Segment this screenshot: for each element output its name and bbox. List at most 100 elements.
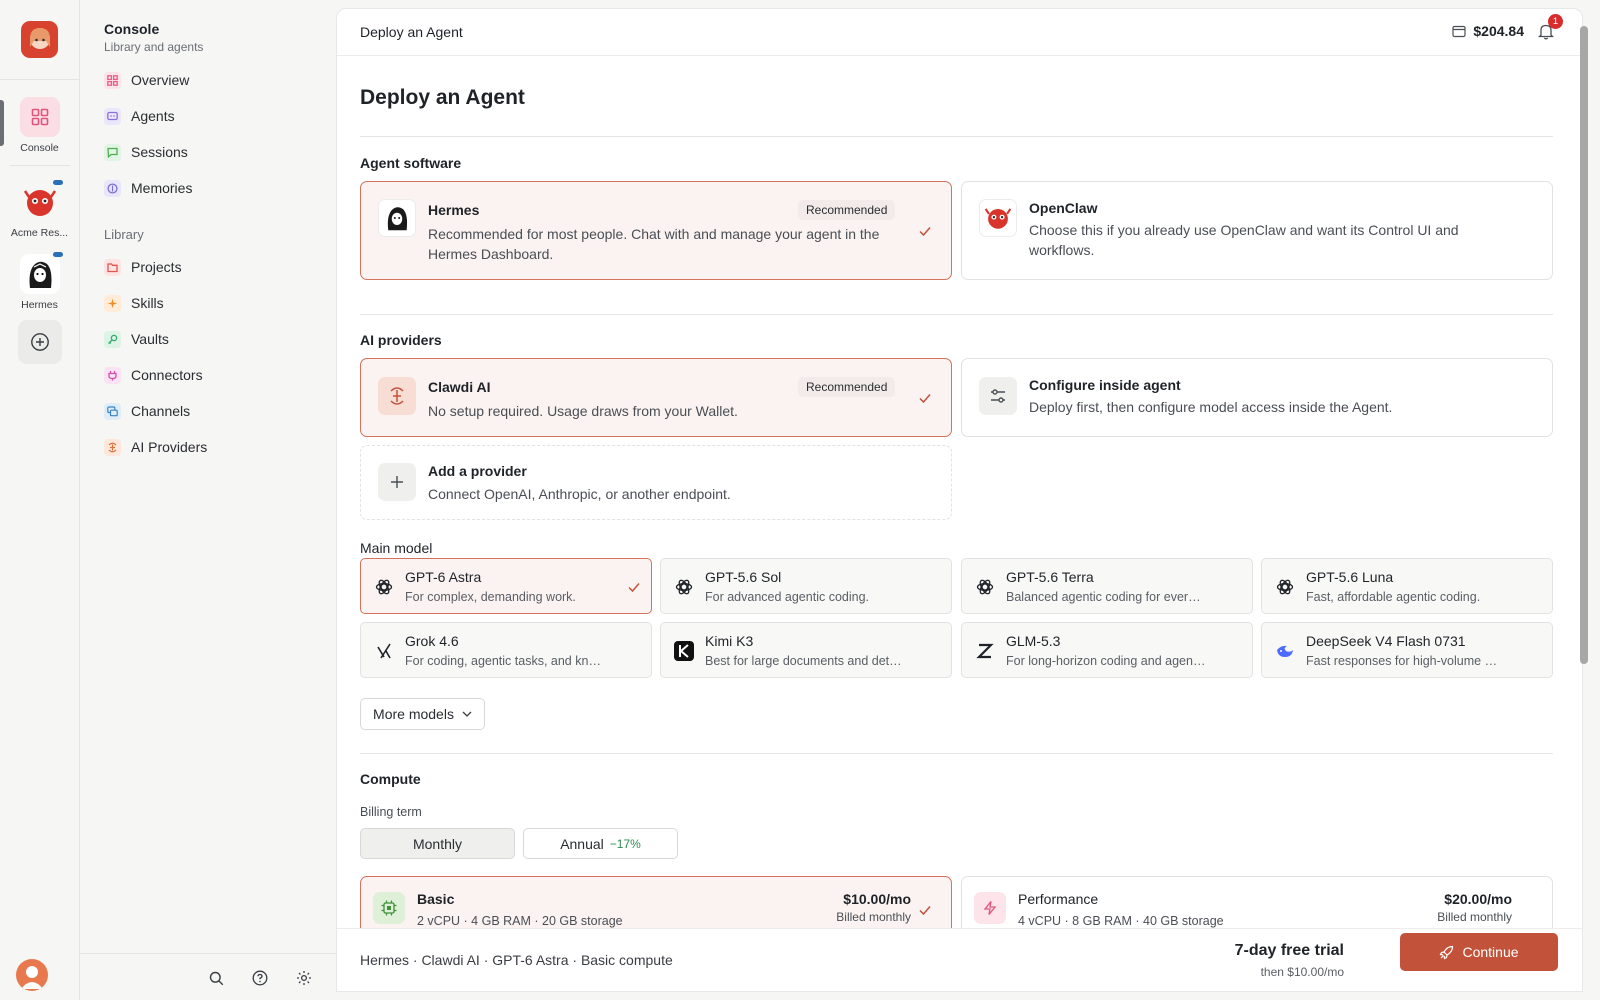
option-title: Configure inside agent <box>1029 377 1181 393</box>
cloud-status-icon <box>50 178 65 187</box>
wallet-amount: $204.84 <box>1473 23 1524 39</box>
model-option-gpt-5-6-luna[interactable]: GPT-5.6 Luna Fast, affordable agentic co… <box>1261 558 1553 614</box>
sidebar-item-label: Skills <box>131 295 164 311</box>
overview-icon <box>104 71 121 89</box>
settings-button[interactable] <box>293 967 315 989</box>
rail-label-acme: Acme Res... <box>10 227 69 239</box>
trial-title: 7-day free trial <box>1234 942 1344 959</box>
openai-icon <box>374 577 394 597</box>
section-title-compute: Compute <box>360 771 421 787</box>
openai-icon <box>674 577 694 597</box>
selection-summary: Hermes · Clawdi AI · GPT-6 Astra · Basic… <box>360 952 673 968</box>
sidebar-item-overview[interactable]: Overview <box>104 68 189 92</box>
app-logo[interactable] <box>21 21 58 58</box>
sidebar-item-vaults[interactable]: Vaults <box>104 327 169 351</box>
add-provider-button[interactable]: Add a provider Connect OpenAI, Anthropic… <box>360 445 952 520</box>
connectors-icon <box>104 366 121 384</box>
provider-option-configure-inside[interactable]: Configure inside agent Deploy first, the… <box>961 358 1553 437</box>
more-models-button[interactable]: More models <box>360 698 485 730</box>
sidebar-item-skills[interactable]: Skills <box>104 291 164 315</box>
sidebar-item-label: Connectors <box>131 367 203 383</box>
billing-monthly-button[interactable]: Monthly <box>360 828 515 859</box>
agent-option-hermes[interactable]: Hermes Recommended Recommended for most … <box>360 181 952 280</box>
sessions-icon <box>104 143 121 161</box>
rail-label-hermes: Hermes <box>21 299 58 311</box>
sidebar-item-projects[interactable]: Projects <box>104 255 182 279</box>
sidebar-item-memories[interactable]: Memories <box>104 176 192 200</box>
rail-divider <box>0 79 79 80</box>
sidebar-item-ai-providers[interactable]: AI Providers <box>104 435 207 459</box>
memories-icon <box>104 179 121 197</box>
help-button[interactable] <box>249 967 271 989</box>
rocket-icon <box>1440 945 1454 959</box>
model-name: GPT-5.6 Terra <box>1006 569 1094 585</box>
main-scrollbar[interactable] <box>1580 26 1588 664</box>
user-avatar[interactable] <box>16 959 48 991</box>
plan-price: $10.00/mo <box>843 891 911 907</box>
model-description: For advanced agentic coding. <box>705 590 869 604</box>
billing-term-label: Monthly <box>412 835 463 852</box>
agents-icon <box>104 107 121 125</box>
model-description: Fast, affordable agentic coding. <box>1306 590 1481 604</box>
option-description: Connect OpenAI, Anthropic, or another en… <box>428 486 731 502</box>
provider-option-clawdi[interactable]: Clawdi AI Recommended No setup required.… <box>360 358 952 437</box>
kimi-icon <box>674 641 694 661</box>
wallet-balance[interactable]: $204.84 <box>1452 23 1524 39</box>
agent-option-openclaw[interactable]: OpenClaw Choose this if you already use … <box>961 181 1553 280</box>
check-icon <box>628 583 640 593</box>
gear-icon <box>297 971 311 985</box>
model-name: Grok 4.6 <box>405 633 459 649</box>
sidebar-item-label: Sessions <box>131 144 188 160</box>
check-icon <box>919 227 931 237</box>
annual-discount: −17% <box>609 836 641 851</box>
billing-term-label: Billing term <box>360 805 422 819</box>
model-option-deepseek-v4-flash[interactable]: DeepSeek V4 Flash 0731 Fast responses fo… <box>1261 622 1553 678</box>
model-name: GPT-5.6 Luna <box>1306 569 1394 585</box>
sliders-icon <box>979 377 1017 415</box>
search-button[interactable] <box>205 967 227 989</box>
sidebar-item-sessions[interactable]: Sessions <box>104 140 188 164</box>
model-option-grok-4-6[interactable]: Grok 4.6 For coding, agentic tasks, and … <box>360 622 652 678</box>
model-option-gpt-6-astra[interactable]: GPT-6 Astra For complex, demanding work. <box>360 558 652 614</box>
sidebar-subtitle: Library and agents <box>104 40 204 54</box>
rail-item-console[interactable]: Console <box>0 97 79 154</box>
rail-label-console: Console <box>20 142 59 154</box>
model-option-gpt-5-6-terra[interactable]: GPT-5.6 Terra Balanced agentic coding fo… <box>961 558 1253 614</box>
lightning-icon <box>974 892 1006 924</box>
model-name: GPT-6 Astra <box>405 569 482 585</box>
model-option-glm-5-3[interactable]: GLM-5.3 For long-horizon coding and agen… <box>961 622 1253 678</box>
model-name: GPT-5.6 Sol <box>705 569 782 585</box>
billing-annual-button[interactable]: Annual −17% <box>523 828 678 859</box>
chip-icon <box>373 892 405 924</box>
continue-label: Continue <box>1462 944 1519 960</box>
page-title: Deploy an Agent <box>360 86 525 109</box>
sidebar-item-label: Overview <box>131 72 190 88</box>
chevron-down-icon <box>462 711 472 717</box>
billing-term-label: Annual <box>560 835 604 852</box>
sidebar: Console Library and agents Overview Agen… <box>80 0 336 1000</box>
sidebar-item-connectors[interactable]: Connectors <box>104 363 203 387</box>
plan-price: $20.00/mo <box>1444 891 1512 907</box>
grok-icon <box>374 641 394 661</box>
model-description: For long-horizon coding and agentic... <box>1006 654 1206 668</box>
model-option-kimi-k3[interactable]: Kimi K3 Best for large documents and det… <box>660 622 952 678</box>
section-title-agent-software: Agent software <box>360 155 462 171</box>
trial-subtitle: then $10.00/mo <box>1260 965 1344 979</box>
check-icon <box>919 906 931 916</box>
glm-icon <box>975 641 995 661</box>
continue-button[interactable]: Continue <box>1400 933 1558 971</box>
option-title: Add a provider <box>428 463 527 479</box>
rail-item-hermes[interactable]: Hermes <box>0 250 79 311</box>
option-description: Recommended for most people. Chat with a… <box>428 226 880 262</box>
rail-item-acme[interactable]: Acme Res... <box>0 178 79 239</box>
channels-icon <box>104 402 121 420</box>
sidebar-item-agents[interactable]: Agents <box>104 104 175 128</box>
option-description: Deploy first, then configure model acces… <box>1029 399 1393 415</box>
add-agent-button[interactable] <box>18 320 62 364</box>
sidebar-item-channels[interactable]: Channels <box>104 399 190 423</box>
option-description: No setup required. Usage draws from your… <box>428 403 738 419</box>
hermes-icon <box>378 199 416 237</box>
app-logo-icon <box>29 27 50 49</box>
model-option-gpt-5-6-sol[interactable]: GPT-5.6 Sol For advanced agentic coding. <box>660 558 952 614</box>
section-title-ai-providers: AI providers <box>360 332 442 348</box>
